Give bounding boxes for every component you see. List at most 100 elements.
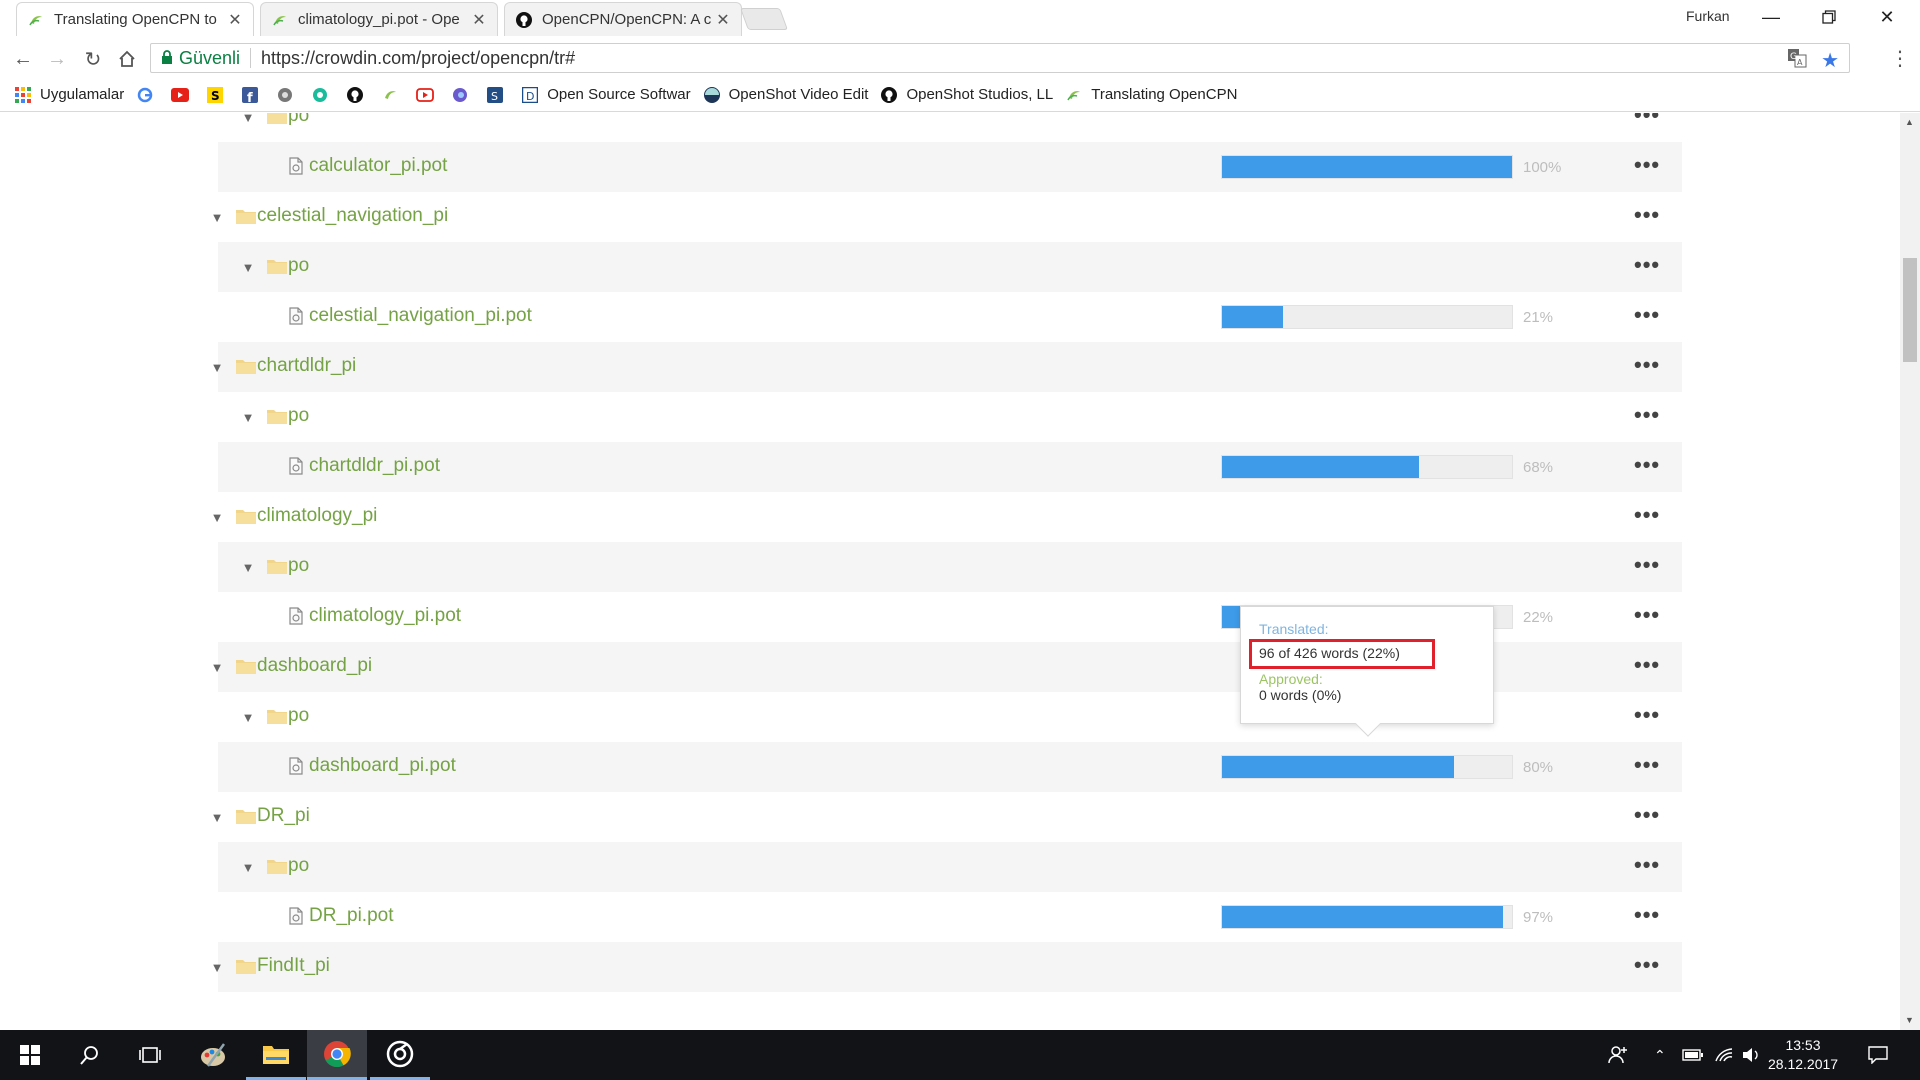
folder-name-link[interactable]: po (288, 405, 309, 427)
file-row[interactable]: chartdldr_pi.pot 68% ••• (218, 442, 1682, 492)
folder-row[interactable]: ▼ climatology_pi ••• (211, 492, 1682, 542)
more-options-icon[interactable]: ••• (1634, 154, 1660, 176)
tab-translating-opencpn[interactable]: Translating OpenCPN to ✕ (16, 2, 254, 36)
file-row[interactable]: calculator_pi.pot 100% ••• (218, 142, 1682, 192)
swirl-icon[interactable] (451, 86, 469, 104)
file-explorer-icon[interactable] (246, 1030, 306, 1080)
new-tab-button[interactable] (739, 8, 789, 30)
search-icon[interactable] (60, 1030, 120, 1080)
system-clock[interactable]: 13:53 28.12.2017 (1768, 1036, 1838, 1074)
url-text[interactable]: https://crowdin.com/project/opencpn/tr# (261, 48, 575, 69)
folder-row[interactable]: ▼ po ••• (218, 392, 1682, 442)
folder-name-link[interactable]: FindIt_pi (257, 955, 330, 977)
bookmark-apps[interactable]: Uygulamalar (14, 86, 124, 104)
address-bar[interactable]: Güvenli https://crowdin.com/project/open… (150, 43, 1850, 73)
more-options-icon[interactable]: ••• (1634, 654, 1660, 676)
file-name-link[interactable]: climatology_pi.pot (309, 605, 461, 627)
page-scrollbar[interactable]: ▲ ▼ (1900, 113, 1920, 1030)
caret-down-icon[interactable]: ▼ (241, 113, 255, 125)
file-name-link[interactable]: chartdldr_pi.pot (309, 455, 440, 477)
folder-row[interactable]: ▼ po ••• (218, 542, 1682, 592)
close-icon[interactable]: ✕ (227, 10, 243, 30)
folder-row[interactable]: ▼ po ••• (218, 242, 1682, 292)
caret-down-icon[interactable]: ▼ (241, 260, 255, 275)
close-window-icon[interactable]: ✕ (1858, 0, 1916, 34)
more-options-icon[interactable]: ••• (1634, 504, 1660, 526)
circle-app-icon[interactable] (311, 86, 329, 104)
file-row[interactable]: DR_pi.pot 97% ••• (218, 892, 1682, 942)
caret-down-icon[interactable]: ▼ (241, 560, 255, 575)
more-options-icon[interactable]: ••• (1634, 404, 1660, 426)
google-icon[interactable] (136, 86, 154, 104)
folder-name-link[interactable]: po (288, 705, 309, 727)
tab-opencpn-github[interactable]: OpenCPN/OpenCPN: A c ✕ (504, 2, 742, 36)
more-options-icon[interactable]: ••• (1634, 804, 1660, 826)
youtube-icon[interactable] (171, 86, 190, 104)
folder-name-link[interactable]: climatology_pi (257, 505, 377, 527)
bookmark-openshot-video-editor[interactable]: OpenShot Video Edit (703, 86, 868, 104)
profile-name[interactable]: Furkan (1686, 8, 1730, 24)
file-row[interactable]: celestial_navigation_pi.pot 21% ••• (218, 292, 1682, 342)
translation-progress-bar[interactable] (1221, 155, 1513, 179)
translation-progress-bar[interactable] (1221, 305, 1513, 329)
youtube-outline-icon[interactable] (416, 86, 435, 104)
caret-down-icon[interactable]: ▼ (210, 660, 224, 675)
file-name-link[interactable]: calculator_pi.pot (309, 155, 447, 177)
globe-icon[interactable] (276, 86, 294, 104)
battery-icon[interactable] (1682, 1030, 1704, 1080)
folder-name-link[interactable]: po (288, 255, 309, 277)
home-icon[interactable] (114, 46, 140, 72)
folder-name-link[interactable]: po (288, 113, 309, 127)
back-arrow-icon[interactable]: ← (10, 46, 36, 72)
crowdin-icon[interactable] (381, 86, 399, 104)
github-icon[interactable] (346, 86, 364, 104)
folder-row[interactable]: ▼ DR_pi ••• (211, 792, 1682, 842)
folder-name-link[interactable]: celestial_navigation_pi (257, 205, 448, 227)
translate-icon[interactable]: GA (1787, 48, 1807, 73)
folder-name-link[interactable]: po (288, 855, 309, 877)
more-options-icon[interactable]: ••• (1634, 704, 1660, 726)
volume-icon[interactable] (1742, 1030, 1762, 1080)
bookmark-openshot-studios[interactable]: OpenShot Studios, LL (880, 86, 1053, 104)
folder-row[interactable]: ▼ po ••• (218, 113, 1682, 142)
folder-name-link[interactable]: chartdldr_pi (257, 355, 356, 377)
file-name-link[interactable]: DR_pi.pot (309, 905, 394, 927)
more-options-icon[interactable]: ••• (1634, 604, 1660, 626)
facebook-icon[interactable]: f (241, 86, 259, 104)
caret-down-icon[interactable]: ▼ (210, 960, 224, 975)
translation-progress-bar[interactable] (1221, 755, 1513, 779)
file-row[interactable]: dashboard_pi.pot 80% ••• (218, 742, 1682, 792)
more-options-icon[interactable]: ••• (1634, 554, 1660, 576)
reload-icon[interactable]: ↻ (80, 46, 106, 72)
more-options-icon[interactable]: ••• (1634, 254, 1660, 276)
windows-start-icon[interactable] (0, 1030, 60, 1080)
folder-name-link[interactable]: DR_pi (257, 805, 310, 827)
file-name-link[interactable]: dashboard_pi.pot (309, 755, 456, 777)
more-options-icon[interactable]: ••• (1634, 954, 1660, 976)
document-icon[interactable]: S (486, 86, 504, 104)
caret-down-icon[interactable]: ▼ (241, 860, 255, 875)
scroll-up-icon[interactable]: ▲ (1905, 117, 1914, 127)
translation-progress-bar[interactable] (1221, 905, 1513, 929)
folder-name-link[interactable]: po (288, 555, 309, 577)
folder-row[interactable]: ▼ po ••• (218, 842, 1682, 892)
translation-progress-bar[interactable] (1221, 455, 1513, 479)
more-options-icon[interactable]: ••• (1634, 904, 1660, 926)
more-options-icon[interactable]: ••• (1634, 354, 1660, 376)
forward-arrow-icon[interactable]: → (44, 46, 70, 72)
people-icon[interactable] (1608, 1030, 1628, 1080)
bookmark-translating-opencpn[interactable]: Translating OpenCPN (1065, 86, 1237, 104)
scroll-thumb[interactable] (1903, 258, 1917, 362)
wifi-icon[interactable] (1714, 1030, 1734, 1080)
chevron-up-icon[interactable]: ⌃ (1654, 1030, 1666, 1080)
folder-row[interactable]: ▼ celestial_navigation_pi ••• (211, 192, 1682, 242)
folder-name-link[interactable]: dashboard_pi (257, 655, 372, 677)
caret-down-icon[interactable]: ▼ (210, 210, 224, 225)
bookmark-open-source-software[interactable]: D Open Source Softwar (521, 86, 691, 104)
file-name-link[interactable]: celestial_navigation_pi.pot (309, 305, 532, 327)
restore-icon[interactable] (1800, 0, 1858, 34)
scroll-down-icon[interactable]: ▼ (1905, 1015, 1914, 1025)
openshot-app-icon[interactable] (370, 1030, 430, 1080)
bookmark-star-icon[interactable]: ★ (1821, 48, 1839, 73)
caret-down-icon[interactable]: ▼ (241, 710, 255, 725)
